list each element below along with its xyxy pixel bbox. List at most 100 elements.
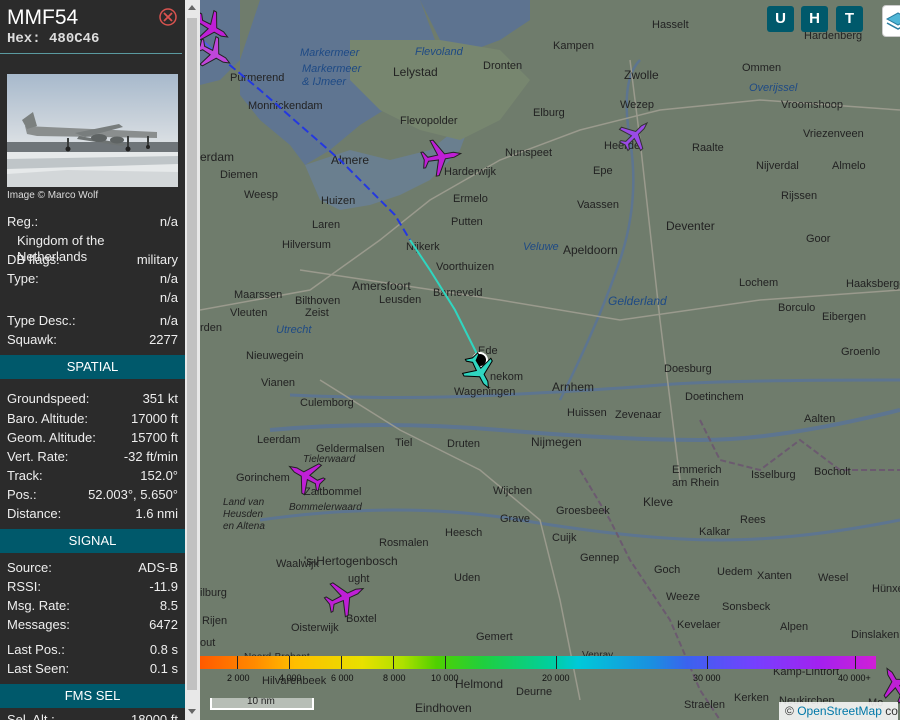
- header-divider: [0, 53, 182, 54]
- aircraft-icon[interactable]: [322, 574, 368, 620]
- spatial-value: 351 kt: [142, 391, 178, 406]
- altitude-scale-label: 30 000: [693, 673, 721, 683]
- toggle-h-button[interactable]: H: [801, 6, 828, 32]
- signal-value: 0.1 s: [149, 661, 178, 676]
- section-fms-sel[interactable]: FMS SEL: [0, 684, 185, 708]
- info-value: n/a: [159, 214, 178, 229]
- signal-row: Source: ADS-B: [7, 560, 178, 576]
- track-segment: [409, 239, 481, 361]
- aircraft-icon[interactable]: [200, 34, 234, 74]
- aircraft-layer: [200, 37, 488, 368]
- signal-row: Last Pos.: 0.8 s: [7, 642, 178, 658]
- signal-key: Last Seen:: [7, 661, 70, 676]
- close-icon[interactable]: [159, 8, 177, 26]
- altitude-tick: [855, 656, 856, 669]
- hex-label: Hex:: [7, 31, 41, 47]
- spatial-key: Distance:: [7, 506, 62, 521]
- altitude-tick: [393, 656, 394, 669]
- signal-row: Msg. Rate: 8.5: [7, 598, 178, 614]
- hex-value: 480C46: [49, 31, 100, 47]
- layers-button[interactable]: [882, 5, 900, 37]
- info-value: n/a: [159, 271, 178, 286]
- info-key: Type:: [7, 271, 39, 286]
- spatial-row: Vert. Rate: -32 ft/min: [7, 449, 178, 465]
- spatial-key: Groundspeed:: [7, 391, 90, 406]
- spatial-row: Geom. Altitude: 15700 ft: [7, 430, 178, 446]
- toggle-u-button[interactable]: U: [767, 6, 794, 32]
- scroll-down-arrow-icon[interactable]: [188, 709, 196, 714]
- info-row-country: Kingdom of the Netherlands: [7, 233, 178, 264]
- spatial-key: Baro. Altitude:: [7, 411, 88, 426]
- fms-row: Sel. Alt.: 18000 ft: [7, 712, 178, 720]
- info-key: Reg.:: [7, 214, 39, 229]
- spatial-key: Pos.:: [7, 487, 37, 502]
- altitude-scale-label: 10 000: [431, 673, 459, 683]
- signal-value: 0.8 s: [149, 642, 178, 657]
- selected-aircraft-icon[interactable]: [458, 350, 502, 394]
- map-view[interactable]: Markermeer Markermeer & IJmeer Flevoland…: [200, 0, 900, 720]
- spatial-row: Track: 152.0°: [7, 468, 178, 484]
- section-spatial[interactable]: SPATIAL: [0, 355, 185, 379]
- altitude-tick: [341, 656, 342, 669]
- aircraft-icon[interactable]: [418, 134, 464, 180]
- info-key: DB flags:: [7, 252, 60, 267]
- sidebar-scroll-thumb[interactable]: [187, 18, 197, 690]
- photo-credit: Image © Marco Wolf: [7, 190, 99, 201]
- altitude-tick: [707, 656, 708, 669]
- info-key: Squawk:: [7, 332, 57, 347]
- map-attribution: © OpenStreetMap co: [779, 702, 898, 720]
- info-value: n/a: [159, 313, 178, 328]
- altitude-scale-label: 20 000: [542, 673, 570, 683]
- toggle-t-button[interactable]: T: [836, 6, 863, 32]
- info-row-dbflags: DB flags: military: [7, 252, 178, 268]
- altitude-tick: [445, 656, 446, 669]
- aircraft-icon[interactable]: [876, 664, 900, 704]
- spatial-value: 15700 ft: [131, 430, 178, 445]
- altitude-tick: [237, 656, 238, 669]
- spatial-key: Track:: [7, 468, 43, 483]
- signal-row: Last Seen: 0.1 s: [7, 661, 178, 677]
- callsign: MMF54: [7, 6, 79, 29]
- aircraft-photo[interactable]: [7, 74, 178, 187]
- altitude-scale-label: 6 000: [331, 673, 354, 683]
- signal-value: -11.9: [149, 579, 178, 594]
- attribution-suffix: co: [881, 704, 898, 718]
- signal-value: ADS-B: [138, 560, 178, 575]
- signal-key: Messages:: [7, 617, 70, 632]
- spatial-value: -32 ft/min: [123, 449, 178, 464]
- info-value: n/a: [159, 290, 178, 305]
- track-dashed-segment: [219, 56, 411, 241]
- altitude-tick: [289, 656, 290, 669]
- openstreetmap-link[interactable]: OpenStreetMap: [797, 704, 882, 718]
- altitude-scale-label: 2 000: [227, 673, 250, 683]
- aircraft-info-panel: MMF54 Hex: 480C46 Image © Marco Wolf Reg…: [0, 0, 200, 720]
- spatial-value: 1.6 nmi: [135, 506, 178, 521]
- info-row-type: Type: n/a: [7, 271, 178, 287]
- altitude-scale-label: 8 000: [383, 673, 406, 683]
- fms-key: Sel. Alt.:: [7, 712, 55, 720]
- info-row-reg: Reg.: n/a: [7, 214, 178, 230]
- signal-value: 6472: [149, 617, 178, 632]
- signal-row: Messages: 6472: [7, 617, 178, 633]
- signal-row: RSSI: -11.9: [7, 579, 178, 595]
- spatial-row: Distance: 1.6 nmi: [7, 506, 178, 522]
- section-signal[interactable]: SIGNAL: [0, 529, 185, 553]
- spatial-key: Geom. Altitude:: [7, 430, 96, 445]
- altitude-scale-label: 4 000: [279, 673, 302, 683]
- spatial-value: 17000 ft: [131, 411, 178, 426]
- signal-key: RSSI:: [7, 579, 41, 594]
- altitude-scale-label: 40 000+: [838, 673, 871, 683]
- spatial-value: 152.0°: [140, 468, 178, 483]
- signal-key: Msg. Rate:: [7, 598, 70, 613]
- spatial-row: Pos.: 52.003°, 5.650°: [7, 487, 178, 503]
- info-value: military: [136, 252, 178, 267]
- info-value: 2277: [149, 332, 178, 347]
- scroll-up-arrow-icon[interactable]: [188, 5, 196, 10]
- attribution-prefix: ©: [785, 704, 798, 718]
- aircraft-icon[interactable]: [284, 454, 328, 498]
- aircraft-icon[interactable]: [616, 116, 654, 154]
- fms-value: 18000 ft: [131, 712, 178, 720]
- spatial-key: Vert. Rate:: [7, 449, 69, 464]
- layers-icon: [885, 12, 900, 30]
- info-key: Type Desc.:: [7, 313, 76, 328]
